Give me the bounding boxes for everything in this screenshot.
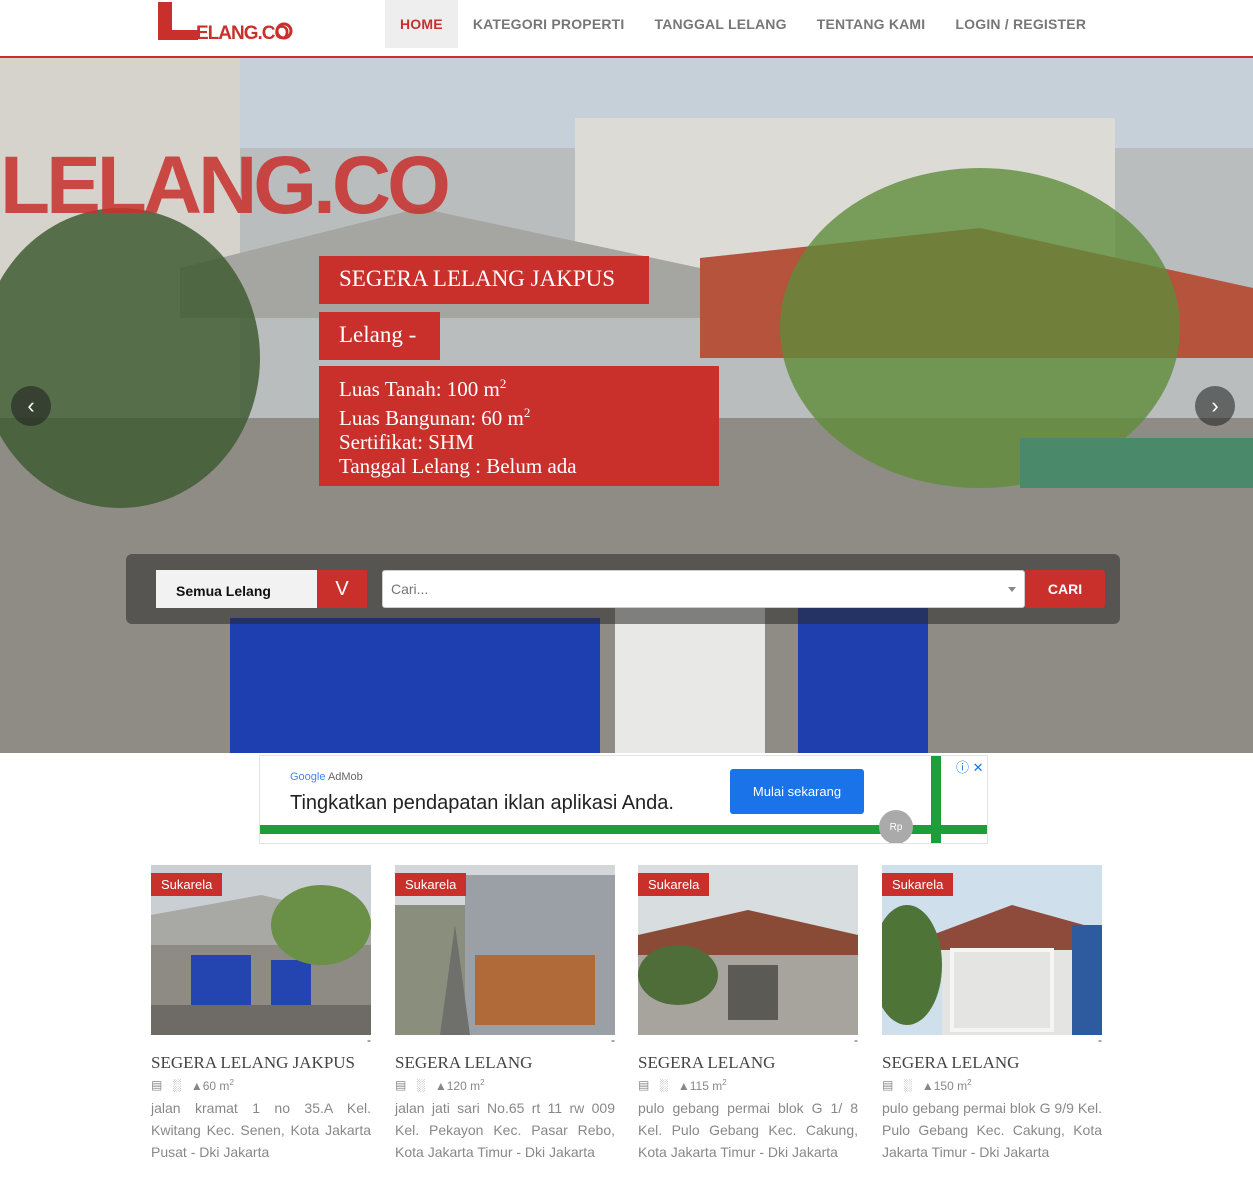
bath-icon: ░ [416, 1078, 425, 1092]
hero-title: SEGERA LELANG JAKPUS [319, 256, 649, 304]
listing-title[interactable]: SEGERA LELANG [638, 1053, 858, 1073]
listing-meta: ▤ ░ ▲120 m2 [395, 1077, 615, 1093]
area-icon: ▲60 m2 [190, 1077, 234, 1093]
listing-meta: ▤ ░ ▲60 m2 [151, 1077, 371, 1093]
listing-badge: Sukarela [151, 873, 223, 896]
hero-details: Luas Tanah: 100 m2 Luas Bangunan: 60 m2 … [319, 366, 719, 486]
category-toggle-button[interactable]: V [317, 570, 367, 608]
bath-icon: ░ [903, 1078, 912, 1092]
area-icon: ▲150 m2 [921, 1077, 972, 1093]
nav-login-register[interactable]: LOGIN / REGISTER [940, 0, 1101, 48]
ad-green-vbar [931, 756, 941, 843]
bed-icon: ▤ [395, 1078, 407, 1092]
listing-title[interactable]: SEGERA LELANG [882, 1053, 1102, 1073]
listing-address: jalan kramat 1 no 35.A Kel. Kwitang Kec.… [151, 1100, 371, 1160]
lelang-logo[interactable]: ELANG.CO [156, 2, 294, 42]
svg-text:ELANG.CO: ELANG.CO [196, 23, 289, 42]
listing-badge: Sukarela [638, 873, 710, 896]
listing-grid: Sukarela - SEGERA LELANG JAKPUS ▤ ░ ▲60 … [151, 865, 1111, 1175]
chevron-right-icon: › [1211, 393, 1219, 418]
search-panel: Semua Lelang V CARI [126, 554, 1120, 624]
listing-price: - [854, 1033, 858, 1047]
listing-price: - [1098, 1033, 1102, 1047]
ad-banner[interactable]: Google AdMob Tingkatkan pendapatan iklan… [259, 755, 988, 844]
listing-card[interactable]: Sukarela - SEGERA LELANG ▤ ░ ▲120 m2 jal… [395, 865, 615, 1163]
navbar: ELANG.CO HOME KATEGORI PROPERTI TANGGAL … [0, 0, 1253, 58]
listing-photo[interactable]: Sukarela [882, 865, 1102, 1035]
bath-icon: ░ [172, 1078, 181, 1092]
nav-tentang-kami[interactable]: TENTANG KAMI [802, 0, 941, 48]
listing-price: - [611, 1033, 615, 1047]
hero-luas-tanah: Luas Tanah: 100 m2 [339, 376, 507, 401]
nav-home[interactable]: HOME [385, 0, 458, 48]
hero-sertifikat: Sertifikat: SHM [339, 430, 474, 454]
listing-badge: Sukarela [882, 873, 954, 896]
listing-card[interactable]: Sukarela - SEGERA LELANG ▤ ░ ▲150 m2 pul… [882, 865, 1102, 1163]
hero-luas-bangunan: Luas Bangunan: 60 m2 [339, 405, 531, 430]
listing-address: pulo gebang permai blok G 1/ 8 Kel. Pulo… [638, 1100, 858, 1160]
main-nav: HOME KATEGORI PROPERTI TANGGAL LELANG TE… [385, 0, 1101, 48]
listing-photo[interactable]: Sukarela [638, 865, 858, 1035]
bed-icon: ▤ [882, 1078, 894, 1092]
hero-carousel: LELANG.CO SEGERA LELANG JAKPUS Lelang - … [0, 58, 1253, 753]
hero-tanggal-lelang: Tanggal Lelang : Belum ada [339, 454, 577, 478]
coin-icon: Rp [879, 810, 913, 843]
nav-kategori-properti[interactable]: KATEGORI PROPERTI [458, 0, 640, 48]
listing-card[interactable]: Sukarela - SEGERA LELANG JAKPUS ▤ ░ ▲60 … [151, 865, 371, 1163]
category-select[interactable]: Semua Lelang [156, 570, 317, 608]
listing-price: - [367, 1033, 371, 1047]
listing-photo[interactable]: Sukarela [395, 865, 615, 1035]
area-icon: ▲115 m2 [677, 1077, 727, 1093]
caret-down-icon[interactable] [1008, 587, 1016, 592]
carousel-next-button[interactable]: › [1195, 386, 1235, 426]
ad-cta-button[interactable]: Mulai sekarang [730, 769, 864, 814]
bed-icon: ▤ [638, 1078, 650, 1092]
listing-address: pulo gebang permai blok G 9/9 Kel. Pulo … [882, 1100, 1102, 1160]
carousel-prev-button[interactable]: ‹ [11, 386, 51, 426]
search-button[interactable]: CARI [1025, 570, 1105, 608]
nav-tanggal-lelang[interactable]: TANGGAL LELANG [640, 0, 802, 48]
listing-title[interactable]: SEGERA LELANG [395, 1053, 615, 1073]
search-input[interactable] [383, 571, 983, 607]
listing-address: jalan jati sari No.65 rt 11 rw 009 Kel. … [395, 1100, 615, 1160]
search-field[interactable] [382, 570, 1025, 608]
ad-brand: Google AdMob [290, 771, 363, 783]
bed-icon: ▤ [151, 1078, 163, 1092]
listing-title[interactable]: SEGERA LELANG JAKPUS [151, 1053, 371, 1073]
ad-choices-icon[interactable]: ⓘ ✕ [956, 757, 984, 776]
hero-price: Lelang - [319, 312, 440, 360]
listing-card[interactable]: Sukarela - SEGERA LELANG ▤ ░ ▲115 m2 pul… [638, 865, 858, 1163]
hero-watermark: LELANG.CO [0, 140, 448, 231]
listing-badge: Sukarela [395, 873, 467, 896]
area-icon: ▲120 m2 [434, 1077, 485, 1093]
listing-photo[interactable]: Sukarela [151, 865, 371, 1035]
listing-meta: ▤ ░ ▲150 m2 [882, 1077, 1102, 1093]
bath-icon: ░ [659, 1078, 668, 1092]
ad-headline: Tingkatkan pendapatan iklan aplikasi And… [290, 792, 674, 814]
chevron-left-icon: ‹ [27, 393, 35, 418]
listing-meta: ▤ ░ ▲115 m2 [638, 1077, 858, 1093]
